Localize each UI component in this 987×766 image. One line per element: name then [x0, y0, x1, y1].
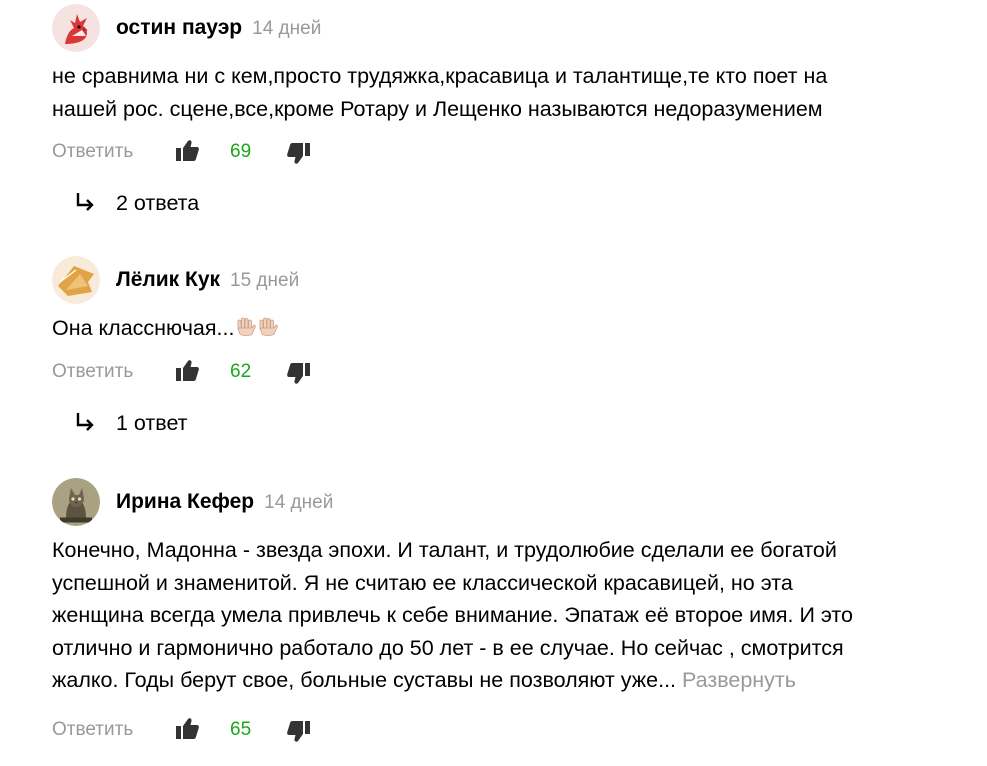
replies-count: 2 ответа	[116, 191, 200, 215]
comment-date: 14 дней	[264, 492, 334, 513]
comment-text-line: женщина всегда умела привлечь к себе вни…	[52, 603, 853, 627]
comment-text-line: нашей рос. сцене,все,кроме Ротару и Леще…	[52, 96, 823, 121]
comment-text-line: Она класснючая...	[52, 312, 972, 348]
comment-text-line: жалко. Годы берут свое, больные суставы …	[52, 664, 972, 697]
thumbs-up-icon[interactable]	[174, 716, 200, 742]
expand-link[interactable]: Развернуть	[682, 668, 796, 692]
comment-text-content: жалко. Годы берут свое, больные суставы …	[52, 668, 677, 692]
avatar[interactable]	[52, 256, 100, 304]
replies-count: 1 ответ	[116, 411, 188, 435]
reply-arrow-icon	[76, 193, 94, 211]
comment-actions: Ответить 62	[52, 358, 452, 388]
reply-button[interactable]: Ответить	[52, 361, 133, 383]
raised-hands-emoji-icon	[236, 315, 282, 348]
likes-count: 62	[230, 361, 252, 382]
thumbs-down-icon[interactable]	[286, 140, 312, 166]
comment-header: Ирина Кефер 14 дней	[52, 478, 952, 526]
comment-header: Лёлик Кук 15 дней	[52, 256, 952, 304]
author-name[interactable]: Лёлик Кук 15 дней	[116, 267, 299, 294]
author-name[interactable]: Ирина Кефер 14 дней	[116, 489, 333, 516]
comment-date: 15 дней	[230, 270, 300, 291]
comment-date: 14 дней	[252, 18, 322, 39]
likes-count: 65	[230, 719, 252, 740]
comment-text-content: Она класснючая...	[52, 316, 235, 340]
thumbs-up-icon[interactable]	[174, 138, 200, 164]
thumbs-down-icon[interactable]	[286, 718, 312, 744]
comment-actions: Ответить 65	[52, 716, 452, 746]
comment-text-line: успешной и знаменитой. Я не считаю ее кл…	[52, 570, 793, 595]
comment-text-line: не сравнима ни с кем,просто трудяжка,кра…	[52, 64, 828, 88]
comment-text: Конечно, Мадонна - звезда эпохи. И талан…	[52, 534, 972, 697]
likes-count: 69	[230, 141, 252, 162]
avatar[interactable]	[52, 4, 100, 52]
comment-actions: Ответить 69	[52, 138, 452, 168]
thumbs-down-icon[interactable]	[286, 360, 312, 386]
reply-button[interactable]: Ответить	[52, 719, 133, 741]
comment-text-line: отлично и гармонично работало до 50 лет …	[52, 635, 844, 660]
avatar[interactable]	[52, 478, 100, 526]
red-cardinal-bird-icon	[52, 4, 100, 52]
reply-button[interactable]: Ответить	[52, 141, 133, 163]
cat-photo-icon	[52, 478, 100, 526]
reply-arrow-icon	[76, 413, 94, 431]
orange-flag-icon	[52, 256, 100, 304]
comment-text-line: Конечно, Мадонна - звезда эпохи. И талан…	[52, 538, 837, 562]
comment-text: не сравнима ни с кем,просто трудяжка,кра…	[52, 60, 972, 125]
thumbs-up-icon[interactable]	[174, 358, 200, 384]
comment-text: Она класснючая...	[52, 312, 972, 348]
author-name[interactable]: остин пауэр 14 дней	[116, 15, 321, 42]
comment-header: остин пауэр 14 дней	[52, 4, 952, 52]
